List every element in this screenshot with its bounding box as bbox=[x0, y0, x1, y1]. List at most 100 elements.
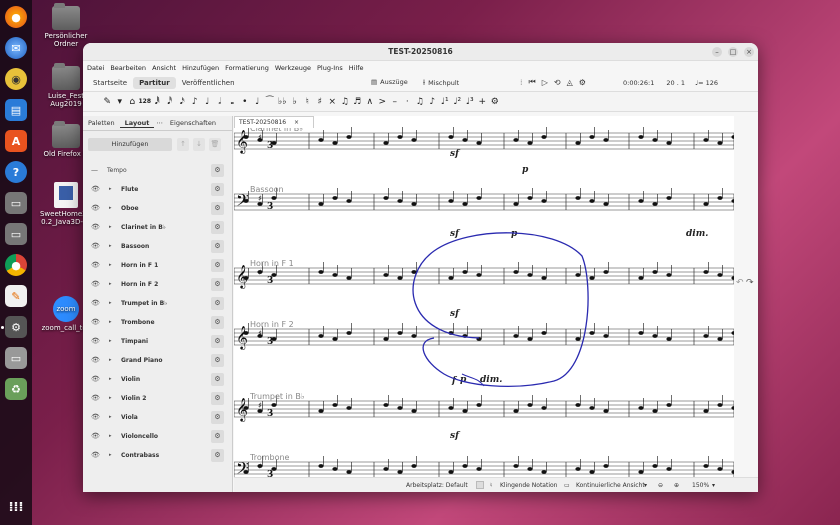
concert-pitch-label[interactable]: Klingende Notation bbox=[500, 482, 557, 489]
loop-icon[interactable]: ⟲ bbox=[554, 78, 561, 87]
eye-icon[interactable]: 👁 bbox=[91, 299, 100, 307]
tuplet-icon[interactable]: ♫ bbox=[339, 97, 352, 107]
settings-icon[interactable]: ⚙ bbox=[211, 429, 224, 443]
instrument-row[interactable]: 👁 ▸ Grand Piano ⚙ bbox=[83, 351, 231, 369]
settings-icon[interactable]: ⚙ bbox=[211, 201, 224, 215]
settings-icon[interactable]: ⚙ bbox=[211, 372, 224, 386]
settings-icon[interactable]: ⚙ bbox=[211, 448, 224, 462]
instrument-row[interactable]: 👁 ▸ Violin 2 ⚙ bbox=[83, 389, 231, 407]
drag-handle-icon[interactable]: ⁞ bbox=[520, 78, 523, 87]
trash-icon[interactable]: ♻ bbox=[5, 378, 27, 400]
instrument-row[interactable]: 👁 ▸ Horn in F 2 ⚙ bbox=[83, 275, 231, 293]
expand-caret-icon[interactable]: ▸ bbox=[109, 281, 112, 287]
expand-caret-icon[interactable]: ▸ bbox=[109, 300, 112, 306]
redo-icon[interactable]: ↷ bbox=[746, 278, 754, 288]
note-input-mode-icon[interactable]: ▾ bbox=[114, 97, 127, 107]
accent-remove-icon[interactable]: ⌂ bbox=[126, 97, 139, 107]
natural-icon[interactable]: ♮ bbox=[301, 97, 314, 107]
instrument-row[interactable]: 👁 ▸ Trombone ⚙ bbox=[83, 313, 231, 331]
duration-64-icon[interactable]: 𝅘𝅥𝅱 bbox=[151, 97, 164, 107]
eye-icon[interactable]: 👁 bbox=[91, 242, 100, 250]
note-input-icon[interactable]: ✎ bbox=[101, 97, 114, 107]
augmentation-dot-icon[interactable]: • bbox=[239, 97, 252, 107]
zoom-level[interactable]: 150% bbox=[692, 482, 709, 489]
playback-settings-icon[interactable]: ⚙ bbox=[579, 78, 586, 87]
duration-8-icon[interactable]: ♪ bbox=[189, 97, 202, 107]
menu-ansicht[interactable]: Ansicht bbox=[152, 64, 176, 72]
duration-quarter-icon[interactable]: ♩ bbox=[201, 97, 214, 107]
drive-icon[interactable]: ▭ bbox=[5, 192, 27, 214]
tab-veroeffentlichen[interactable]: Veröffentlichen bbox=[176, 77, 241, 89]
add-instrument-button[interactable]: Hinzufügen bbox=[88, 138, 172, 151]
zoom-chevron-icon[interactable]: ▾ bbox=[712, 482, 715, 489]
eye-icon[interactable]: 👁 bbox=[91, 375, 100, 383]
eye-icon[interactable]: 👁 bbox=[91, 356, 100, 364]
menu-formatierung[interactable]: Formatierung bbox=[225, 64, 269, 72]
voice-3-icon[interactable]: ♩³ bbox=[464, 97, 477, 107]
settings-icon[interactable]: ⚙ bbox=[211, 182, 224, 196]
expand-caret-icon[interactable]: ▸ bbox=[109, 205, 112, 211]
tenuto-icon[interactable]: – bbox=[389, 97, 402, 107]
minimize-button[interactable]: – bbox=[712, 47, 722, 57]
help-icon[interactable]: ? bbox=[5, 161, 27, 183]
expand-caret-icon[interactable]: ▸ bbox=[109, 319, 112, 325]
settings-icon[interactable]: ⚙ bbox=[211, 315, 224, 329]
menu-werkzeuge[interactable]: Werkzeuge bbox=[275, 64, 311, 72]
disk-icon[interactable]: ▭ bbox=[5, 347, 27, 369]
settings-icon[interactable]: ⚙ bbox=[211, 163, 224, 177]
menu-hilfe[interactable]: Hilfe bbox=[349, 64, 364, 72]
flat-icon[interactable]: ♭ bbox=[289, 97, 302, 107]
expand-caret-icon[interactable]: ▸ bbox=[109, 395, 112, 401]
eye-icon[interactable]: 👁 bbox=[91, 451, 100, 459]
tempo-row[interactable]: — Tempo ⚙ bbox=[83, 161, 231, 179]
eye-icon[interactable]: 👁 bbox=[91, 337, 100, 345]
triplet-icon[interactable]: ♬ bbox=[351, 97, 364, 107]
instrument-row[interactable]: 👁 ▸ Horn in F 1 ⚙ bbox=[83, 256, 231, 274]
menu-datei[interactable]: Datei bbox=[87, 64, 104, 72]
eye-icon[interactable]: 👁 bbox=[91, 280, 100, 288]
expand-caret-icon[interactable]: ▸ bbox=[109, 262, 112, 268]
drive2-icon[interactable]: ▭ bbox=[5, 223, 27, 245]
expand-caret-icon[interactable]: ▸ bbox=[109, 186, 112, 192]
instrument-row[interactable]: 👁 ▸ Bassoon ⚙ bbox=[83, 237, 231, 255]
tab-startseite[interactable]: Startseite bbox=[87, 77, 133, 89]
maximize-button[interactable]: □ bbox=[728, 47, 738, 57]
view-mode-selector[interactable]: Kontinuierliche Ansicht bbox=[576, 482, 645, 489]
instrument-row[interactable]: 👁 ▸ Contrabass ⚙ bbox=[83, 446, 231, 464]
auszuege-button[interactable]: Auszüge bbox=[380, 78, 408, 86]
expand-caret-icon[interactable]: ▸ bbox=[109, 452, 112, 458]
chevron-down-icon[interactable]: ▾ bbox=[644, 482, 647, 489]
sharp-icon[interactable]: ♯ bbox=[314, 97, 327, 107]
eye-icon[interactable]: 👁 bbox=[91, 185, 100, 193]
tab-paletten[interactable]: Paletten bbox=[83, 119, 120, 127]
settings-icon[interactable]: ⚙ bbox=[211, 239, 224, 253]
score-view[interactable]: 𝄞3♯𝄢3♯𝄞3♯𝄞3♯𝄞3♯𝄢3♯ Clarinet in B♭Bassoon… bbox=[234, 116, 734, 477]
zoom-out-icon[interactable]: ⊖ bbox=[658, 482, 663, 489]
add-icon[interactable]: + bbox=[476, 97, 489, 107]
eye-icon[interactable]: 👁 bbox=[91, 318, 100, 326]
thunderbird-icon[interactable]: ✉ bbox=[5, 37, 27, 59]
staccato-icon[interactable]: · bbox=[401, 97, 414, 107]
double-sharp-icon[interactable]: × bbox=[326, 97, 339, 107]
voice-1-icon[interactable]: ♩¹ bbox=[439, 97, 452, 107]
expand-caret-icon[interactable]: ▸ bbox=[109, 338, 112, 344]
move-up-icon[interactable]: ↑ bbox=[177, 138, 189, 151]
beam-icon[interactable]: ♫ bbox=[414, 97, 427, 107]
eye-icon[interactable]: 👁 bbox=[91, 394, 100, 402]
settings-icon[interactable]: ⚙ bbox=[211, 258, 224, 272]
chrome-icon[interactable]: ● bbox=[5, 254, 27, 276]
app-center-icon[interactable]: A bbox=[5, 130, 27, 152]
duration-128-button[interactable]: 128 bbox=[139, 98, 152, 105]
settings-icon[interactable]: ⚙ bbox=[211, 410, 224, 424]
instrument-row[interactable]: 👁 ▸ Flute ⚙ bbox=[83, 180, 231, 198]
move-down-icon[interactable]: ↓ bbox=[193, 138, 205, 151]
eye-icon[interactable]: 👁 bbox=[91, 223, 100, 231]
close-button[interactable]: × bbox=[744, 47, 754, 57]
flip-icon[interactable]: ♪ bbox=[426, 97, 439, 107]
instrument-row[interactable]: 👁 ▸ Viola ⚙ bbox=[83, 408, 231, 426]
instrument-row[interactable]: 👁 ▸ Violin ⚙ bbox=[83, 370, 231, 388]
settings-icon[interactable]: ⚙ bbox=[211, 220, 224, 234]
accent-icon[interactable]: > bbox=[376, 97, 389, 107]
play-icon[interactable]: ▷ bbox=[542, 78, 548, 87]
desktop-icon-home[interactable]: Persönlicher Ordner bbox=[38, 3, 94, 48]
